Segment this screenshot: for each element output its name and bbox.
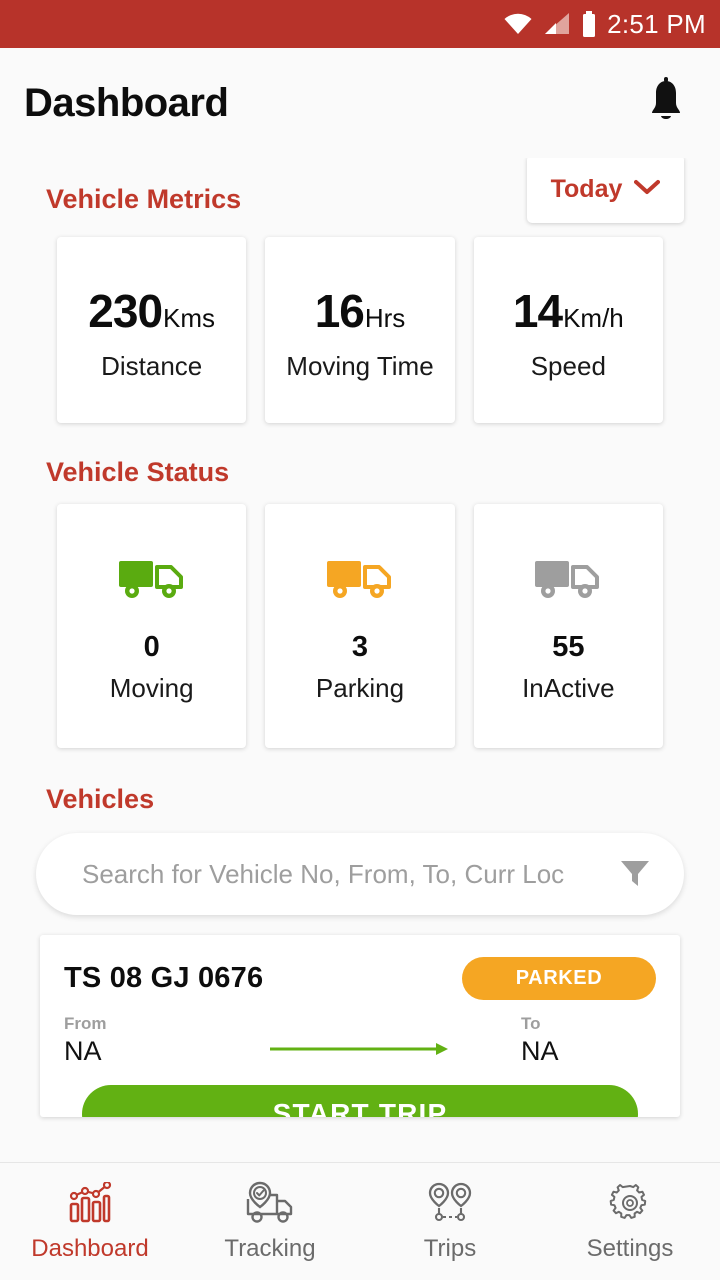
tab-dashboard[interactable]: Dashboard — [0, 1180, 180, 1263]
tab-label: Settings — [586, 1235, 674, 1262]
from-label: From — [64, 1014, 107, 1033]
vehicle-status-header: Vehicle Status — [0, 457, 720, 488]
vehicles-header: Vehicles — [0, 784, 720, 815]
tab-label: Tracking — [224, 1235, 316, 1262]
status-bar-clock: 2:51 PM — [607, 8, 706, 39]
search-input[interactable]: Search for Vehicle No, From, To, Curr Lo… — [36, 833, 684, 915]
metric-label: Speed — [530, 351, 606, 381]
notification-bell-button[interactable] — [638, 75, 694, 131]
battery-icon — [581, 11, 597, 37]
status-label: Moving — [109, 672, 194, 703]
vehicle-number: TS 08 GJ 0676 — [64, 962, 264, 994]
status-card-inactive[interactable]: 55 InActive — [473, 504, 663, 748]
status-card-moving[interactable]: 0 Moving — [57, 504, 247, 748]
truck-icon — [325, 549, 395, 607]
status-count: 3 — [351, 630, 369, 663]
metric-value: 14 — [512, 285, 563, 337]
vehicle-status-cards: 0 Moving 3 Parking 55 InActive — [0, 504, 720, 748]
metric-unit: Km/h — [563, 303, 624, 333]
bell-icon — [644, 76, 688, 130]
date-range-dropdown[interactable]: Today — [527, 158, 684, 223]
status-bar: 2:51 PM — [0, 0, 720, 48]
to-value: NA — [521, 1036, 559, 1066]
truck-icon — [117, 549, 187, 607]
page-title: Dashboard — [24, 80, 229, 125]
chevron-down-icon — [634, 179, 661, 200]
vehicle-metrics-cards: 230 Kms Distance 16 Hrs Moving Time 14 K… — [0, 237, 720, 423]
vehicle-metrics-header: Vehicle Metrics Today — [0, 158, 720, 223]
metric-label: Distance — [101, 351, 203, 381]
truck-icon — [533, 549, 603, 607]
status-label: InActive — [522, 672, 615, 703]
metric-value: 230 — [88, 285, 163, 337]
to-label: To — [521, 1014, 541, 1033]
tab-label: Trips — [423, 1235, 477, 1262]
date-range-label: Today — [550, 174, 623, 203]
from-value: NA — [64, 1036, 102, 1066]
app-screen: 2:51 PM Dashboard Vehicle Metrics Today — [0, 0, 720, 1280]
metric-card[interactable]: 14 Km/h Speed — [473, 237, 663, 423]
wifi-icon — [503, 12, 533, 36]
status-count: 55 — [552, 630, 585, 663]
metric-label: Moving Time — [286, 351, 434, 381]
truck-pin-icon — [245, 1180, 295, 1226]
bar-chart-icon — [67, 1180, 113, 1226]
search-placeholder: Search for Vehicle No, From, To, Curr Lo… — [82, 858, 565, 889]
bottom-navigation: Dashboard Tracking Trips Settings — [0, 1162, 720, 1280]
start-trip-button[interactable]: START TRIP — [82, 1085, 638, 1117]
status-count: 0 — [143, 630, 160, 663]
cellular-signal-icon — [543, 12, 571, 36]
metric-card[interactable]: 16 Hrs Moving Time — [265, 237, 455, 423]
tab-tracking[interactable]: Tracking — [180, 1180, 360, 1263]
tab-settings[interactable]: Settings — [540, 1180, 720, 1263]
status-card-parking[interactable]: 3 Parking — [265, 504, 455, 748]
trip-to: To NA — [521, 1014, 656, 1067]
status-label: Parking — [315, 672, 405, 703]
gear-icon — [608, 1180, 652, 1226]
vehicles-title: Vehicles — [46, 784, 155, 814]
app-bar: Dashboard — [0, 48, 720, 158]
metric-unit: Hrs — [364, 303, 406, 333]
trip-from: From NA — [64, 1014, 199, 1067]
tab-trips[interactable]: Trips — [360, 1180, 540, 1263]
filter-funnel-icon[interactable] — [616, 853, 654, 896]
tab-label: Dashboard — [31, 1235, 149, 1262]
list-item[interactable]: TS 08 GJ 0676 PARKED From NA To NA START… — [40, 935, 680, 1117]
arrow-right-icon — [199, 1041, 521, 1067]
route-pins-icon — [425, 1180, 475, 1226]
status-badge: PARKED — [462, 957, 656, 1000]
vehicle-status-title: Vehicle Status — [46, 457, 230, 487]
metric-value: 16 — [314, 285, 365, 337]
vehicle-metrics-title: Vehicle Metrics — [46, 184, 242, 214]
dashboard-content: Vehicle Metrics Today 230 Kms Distance 1… — [0, 158, 720, 1162]
vehicle-list: TS 08 GJ 0676 PARKED From NA To NA START… — [0, 935, 720, 1117]
metric-unit: Kms — [163, 303, 216, 333]
vehicle-search-row: Search for Vehicle No, From, To, Curr Lo… — [0, 833, 720, 915]
metric-card[interactable]: 230 Kms Distance — [57, 237, 247, 423]
